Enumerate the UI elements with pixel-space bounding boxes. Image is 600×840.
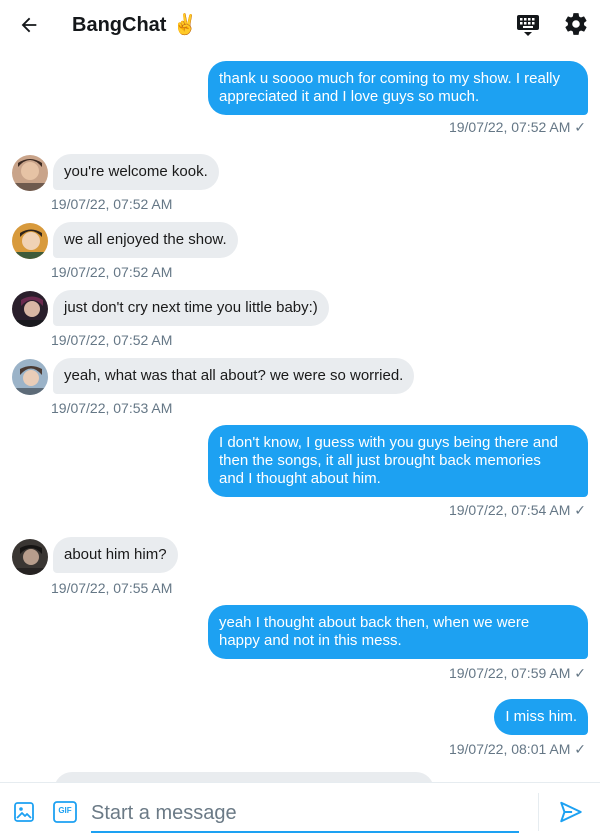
message-bubble-outgoing[interactable]: thank u soooo much for coming to my show…: [208, 61, 588, 115]
avatar[interactable]: [12, 291, 48, 327]
message-bubble-outgoing[interactable]: yeah I thought about back then, when we …: [208, 605, 588, 659]
composer-divider: [538, 793, 539, 831]
message-input[interactable]: [91, 795, 519, 833]
keyboard-icon: [517, 15, 539, 36]
message-timestamp: 19/07/22, 07:54 AM ✓: [448, 502, 586, 518]
chat-screen: BangChat ✌️ thank u soooo much for coming…: [0, 0, 600, 840]
message-bubble-outgoing[interactable]: I miss him.: [494, 699, 588, 735]
page-title: BangChat ✌️: [72, 12, 197, 37]
message-timestamp: 19/07/22, 07:52 AM: [51, 332, 173, 348]
avatar-photo: [12, 223, 48, 259]
avatar-photo: [12, 539, 48, 575]
avatar[interactable]: [12, 155, 48, 191]
attach-gif-button[interactable]: GIF: [53, 801, 77, 823]
avatar[interactable]: [12, 539, 48, 575]
chat-title-text: BangChat: [72, 14, 167, 36]
message-timestamp: 19/07/22, 07:53 AM: [51, 400, 173, 416]
message-timestamp: 19/07/22, 07:52 AM: [51, 264, 173, 280]
settings-button[interactable]: [563, 11, 589, 37]
image-icon: [14, 802, 34, 822]
message-bubble-incoming[interactable]: we all enjoyed the show.: [53, 222, 238, 258]
avatar-photo: [12, 291, 48, 327]
avatar[interactable]: [12, 223, 48, 259]
avatar-photo: [12, 359, 48, 395]
message-bubble-incoming[interactable]: you're welcome kook.: [53, 154, 219, 190]
message-bubble-incoming[interactable]: just don't cry next time you little baby…: [53, 290, 329, 326]
message-timestamp: 19/07/22, 07:55 AM: [51, 580, 173, 596]
victory-hand-emoji: ✌️: [172, 14, 198, 36]
message-bubble-outgoing[interactable]: I don't know, I guess with you guys bein…: [208, 425, 588, 497]
avatar[interactable]: [12, 359, 48, 395]
message-timestamp: 19/07/22, 07:52 AM: [51, 196, 173, 212]
send-button[interactable]: [558, 799, 584, 825]
message-composer: GIF: [0, 782, 600, 840]
message-bubble-incoming[interactable]: about him him?: [53, 537, 178, 573]
arrow-left-icon: [21, 17, 37, 33]
attach-image-button[interactable]: [12, 800, 36, 824]
message-timestamp: 19/07/22, 07:52 AM ✓: [448, 119, 586, 135]
keyboard-button[interactable]: [515, 12, 541, 38]
header-bar: BangChat ✌️: [0, 0, 600, 50]
avatar-photo: [12, 155, 48, 191]
message-timestamp: 19/07/22, 08:01 AM ✓: [448, 741, 586, 757]
message-bubble-incoming[interactable]: yeah, what was that all about? we were s…: [53, 358, 415, 394]
send-icon: [560, 801, 582, 823]
gif-label: GIF: [58, 806, 72, 815]
back-button[interactable]: [16, 12, 42, 38]
message-timestamp: 19/07/22, 07:59 AM ✓: [448, 665, 586, 681]
gear-icon: [565, 13, 587, 35]
